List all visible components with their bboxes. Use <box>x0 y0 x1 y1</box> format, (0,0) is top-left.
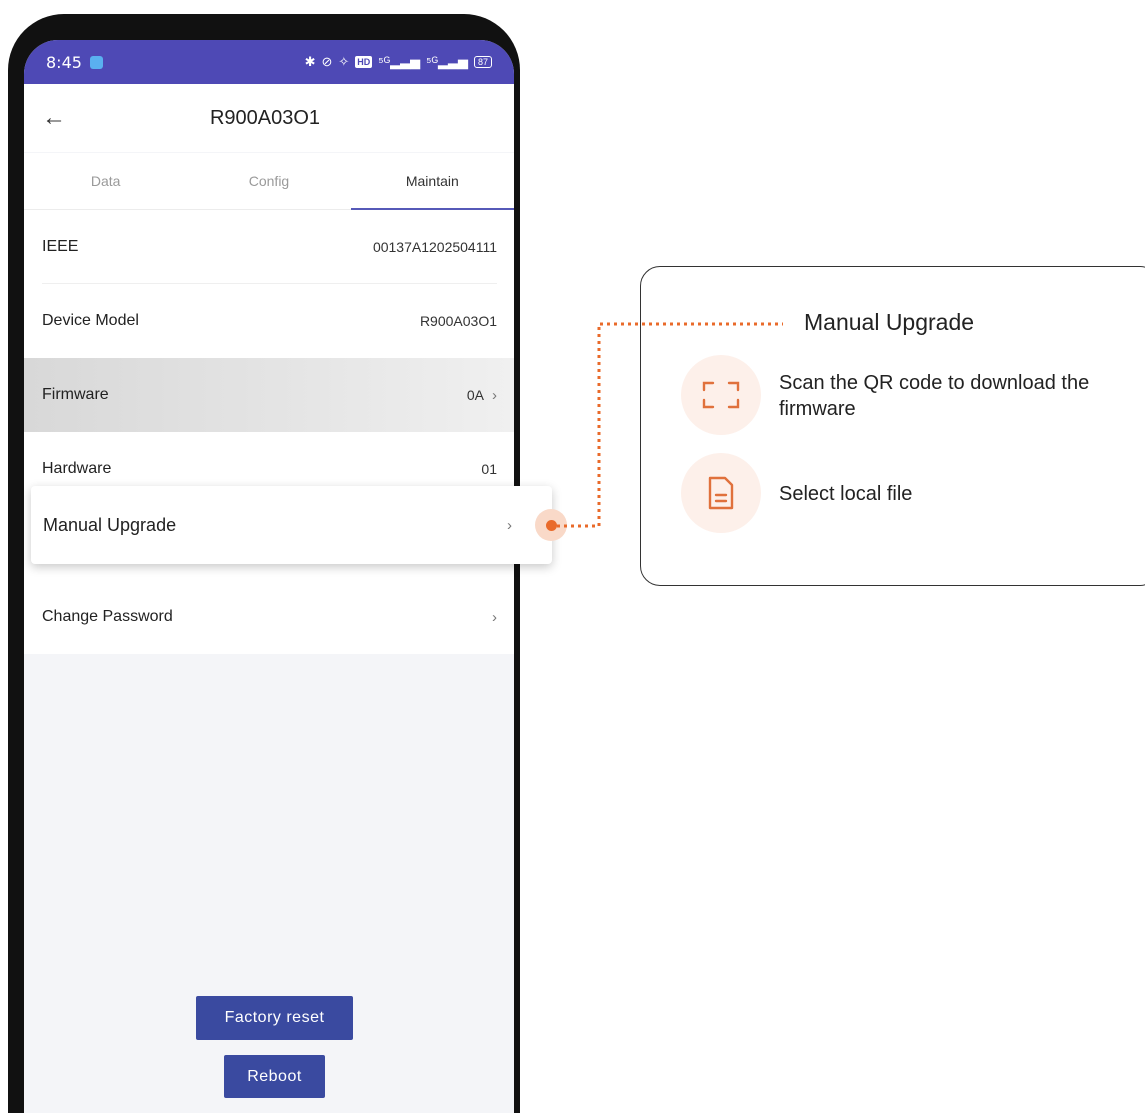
hd-icon: HD <box>355 56 373 68</box>
factory-reset-button[interactable]: Factory reset <box>196 996 353 1040</box>
back-arrow-icon[interactable]: ← <box>42 104 66 132</box>
bluetooth-icon: ✱ <box>304 54 316 69</box>
chevron-right-icon: › <box>492 386 497 404</box>
signal-label: ⁵ᴳ <box>378 54 391 69</box>
hardware-value: 01 <box>481 461 497 477</box>
ieee-label: IEEE <box>42 238 79 255</box>
status-icons: ✱ ⊘ ✧ HD ⁵ᴳ▂▃▅ ⁵ᴳ▂▃▅ 87 <box>305 54 492 70</box>
tab-bar: Data Config Maintain <box>24 153 514 210</box>
device-model-value: R900A03O1 <box>419 313 497 329</box>
row-firmware[interactable]: Firmware 0A › <box>24 358 514 432</box>
phone-screen: 8:45 ✱ ⊘ ✧ HD ⁵ᴳ▂▃▅ ⁵ᴳ▂▃▅ 87 ← R900A03O1… <box>24 40 514 1113</box>
firmware-value: 0A <box>466 387 484 403</box>
status-time: 8:45 <box>46 52 82 72</box>
firmware-label: Firmware <box>42 386 109 403</box>
notification-app-icon <box>89 55 103 69</box>
row-change-password[interactable]: Change Password › <box>24 580 514 654</box>
ieee-value: 00137A1202504111 <box>372 239 497 255</box>
reboot-button[interactable]: Reboot <box>224 1055 325 1098</box>
signal-5g-icon: ⁵ᴳ▂▃▅ <box>426 54 468 69</box>
row-device-model: Device Model R900A03O1 <box>24 284 514 358</box>
hardware-label: Hardware <box>42 460 112 477</box>
vibrate-off-icon: ✧ <box>338 54 350 69</box>
signal-label: ⁵ᴳ <box>426 54 438 69</box>
callout-title: Manual Upgrade <box>804 309 975 335</box>
battery-icon: 87 <box>473 56 492 68</box>
chevron-right-icon: › <box>507 516 512 534</box>
scan-qr-option-text[interactable]: Scan the QR code to download the firmwar… <box>779 370 1139 422</box>
tab-maintain[interactable]: Maintain <box>350 153 514 210</box>
manual-upgrade-label: Manual Upgrade <box>43 514 177 535</box>
status-bar: 8:45 ✱ ⊘ ✧ HD ⁵ᴳ▂▃▅ ⁵ᴳ▂▃▅ 87 <box>24 40 514 84</box>
tab-config[interactable]: Config <box>187 153 350 209</box>
row-ieee: IEEE 00137A1202504111 <box>24 210 514 284</box>
device-model-label: Device Model <box>42 312 139 329</box>
callout-connector <box>557 322 783 528</box>
app-bar: ← R900A03O1 <box>24 84 514 152</box>
maintain-list: IEEE 00137A1202504111 Device Model R900A… <box>24 210 514 654</box>
signal-5g-icon: ⁵ᴳ▂▃▅ <box>378 54 421 69</box>
row-manual-upgrade[interactable]: Manual Upgrade › <box>31 486 552 564</box>
page-title: R900A03O1 <box>209 106 321 129</box>
chevron-right-icon: › <box>492 608 497 626</box>
link-icon: ⊘ <box>321 54 333 69</box>
change-password-label: Change Password <box>42 608 173 625</box>
connector-line <box>557 322 783 528</box>
hotspot-dot <box>546 520 557 531</box>
select-local-file-option-text[interactable]: Select local file <box>779 481 912 507</box>
tab-data[interactable]: Data <box>24 153 187 209</box>
